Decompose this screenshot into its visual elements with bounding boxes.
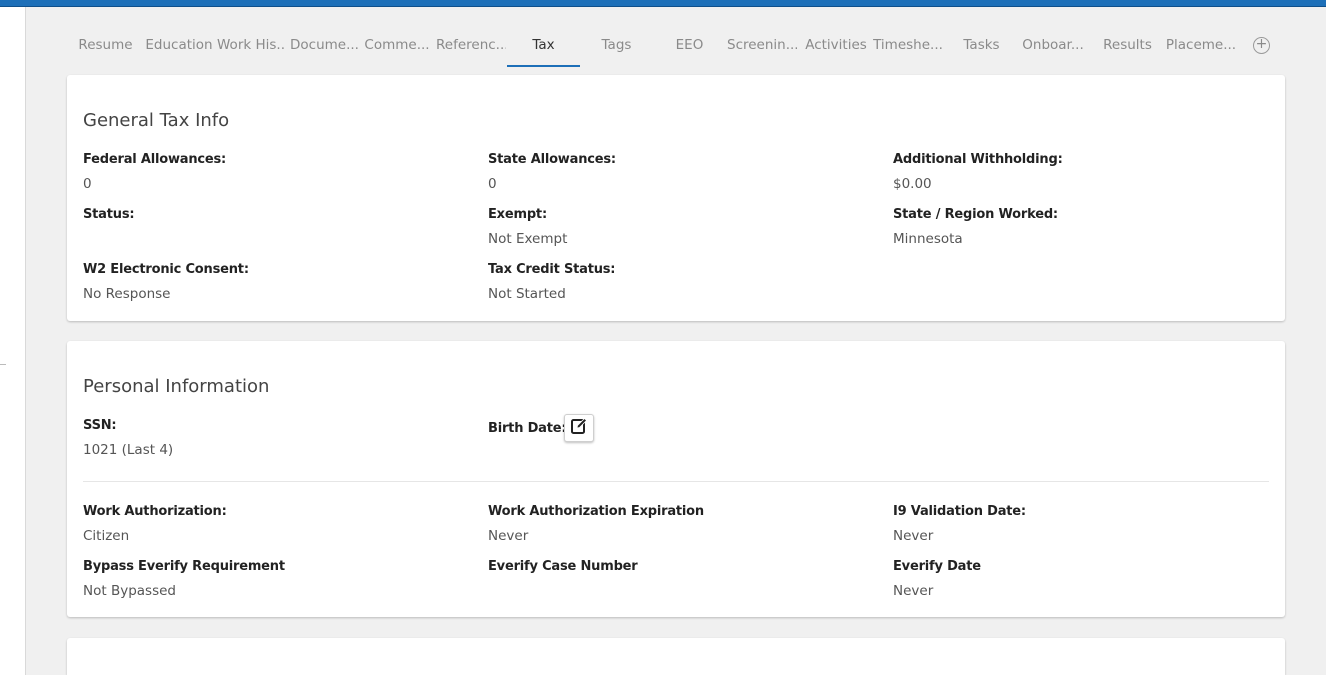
i9-validation-label: I9 Validation Date: xyxy=(893,504,1026,519)
state-allowances-label: State Allowances: xyxy=(488,152,616,167)
status-label: Status: xyxy=(83,207,135,222)
birth-date-edit-button[interactable] xyxy=(564,414,594,442)
tab-eeo[interactable]: EEO xyxy=(653,27,726,67)
everify-date-value: Never xyxy=(893,583,934,599)
bypass-everify-label: Bypass Everify Requirement xyxy=(83,559,285,574)
tab-education[interactable]: Education xyxy=(144,27,214,67)
tab-activities[interactable]: Activities xyxy=(800,27,872,67)
state-allowances-value: 0 xyxy=(488,176,497,192)
general-tax-card: General Tax Info Federal Allowances: 0 S… xyxy=(67,75,1285,321)
tab-tags[interactable]: Tags xyxy=(580,27,653,67)
additional-withholding-label: Additional Withholding: xyxy=(893,152,1063,167)
i9-validation-value: Never xyxy=(893,528,934,544)
personal-info-title: Personal Information xyxy=(83,376,270,397)
exempt-label: Exempt: xyxy=(488,207,547,222)
w2-consent-label: W2 Electronic Consent: xyxy=(83,262,249,277)
tab-onboarding[interactable]: Onboar... xyxy=(1018,27,1088,67)
top-app-bar xyxy=(0,0,1326,7)
federal-allowances-value: 0 xyxy=(83,176,92,192)
section-divider xyxy=(83,481,1269,482)
tab-references[interactable]: Referenc... xyxy=(436,27,506,67)
add-tab-icon[interactable]: + xyxy=(1253,37,1270,54)
ssn-label: SSN: xyxy=(83,418,117,433)
tab-results[interactable]: Results xyxy=(1091,27,1164,67)
sidebar-marker xyxy=(0,364,6,365)
tab-work-history[interactable]: Work His... xyxy=(217,27,285,67)
edit-icon xyxy=(570,417,588,439)
tax-credit-value: Not Started xyxy=(488,286,566,302)
work-authorization-label: Work Authorization: xyxy=(83,504,227,519)
work-authorization-value: Citizen xyxy=(83,528,130,544)
federal-allowances-label: Federal Allowances: xyxy=(83,152,227,167)
tab-screening[interactable]: Screenin... xyxy=(727,27,797,67)
tax-credit-label: Tax Credit Status: xyxy=(488,262,616,277)
tab-resume[interactable]: Resume xyxy=(67,27,144,67)
work-auth-expiration-value: Never xyxy=(488,528,529,544)
state-region-value: Minnesota xyxy=(893,231,963,247)
tab-tax[interactable]: Tax xyxy=(507,27,580,67)
state-region-label: State / Region Worked: xyxy=(893,207,1058,222)
record-tabs: Resume Education Work His... Docume... C… xyxy=(67,27,1285,67)
bypass-everify-value: Not Bypassed xyxy=(83,583,176,599)
left-sidebar xyxy=(0,7,26,675)
exempt-value: Not Exempt xyxy=(488,231,568,247)
ssn-value: 1021 (Last 4) xyxy=(83,442,174,458)
general-tax-title: General Tax Info xyxy=(83,110,230,131)
everify-date-label: Everify Date xyxy=(893,559,981,574)
tab-documents[interactable]: Docume... xyxy=(290,27,358,67)
birth-date-label: Birth Date: xyxy=(488,421,567,436)
additional-withholding-value: $0.00 xyxy=(893,176,932,192)
everify-case-label: Everify Case Number xyxy=(488,559,638,574)
tab-comments[interactable]: Comme... xyxy=(363,27,431,67)
tab-placements[interactable]: Placeme... xyxy=(1165,27,1237,67)
tab-tasks[interactable]: Tasks xyxy=(945,27,1018,67)
next-section-card xyxy=(67,638,1285,675)
tab-timesheets[interactable]: Timeshe... xyxy=(873,27,943,67)
work-auth-expiration-label: Work Authorization Expiration xyxy=(488,504,704,519)
personal-info-card: Personal Information SSN: 1021 (Last 4) … xyxy=(67,341,1285,617)
w2-consent-value: No Response xyxy=(83,286,171,302)
